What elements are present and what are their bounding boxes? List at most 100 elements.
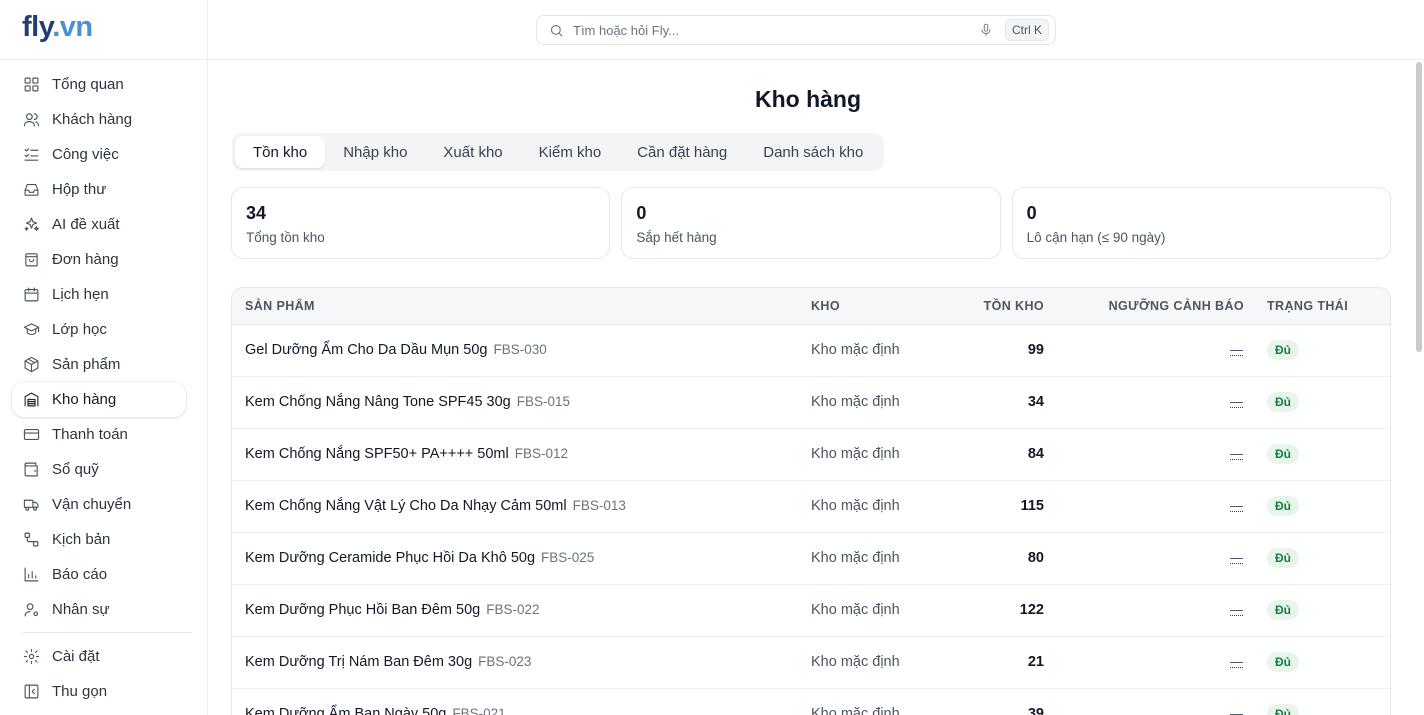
threshold-value[interactable]: — bbox=[1230, 499, 1243, 512]
threshold-value[interactable]: — bbox=[1230, 551, 1243, 564]
status-cell: Đủ bbox=[1244, 688, 1390, 715]
table-row[interactable]: Kem Dưỡng Trị Nám Ban Đêm 30g FBS-023 Kho… bbox=[232, 636, 1390, 688]
product-sku: FBS-030 bbox=[493, 342, 547, 357]
sidebar-item-label: Cài đặt bbox=[52, 648, 100, 665]
app-logo[interactable]: fly.vn bbox=[22, 11, 93, 44]
product-cell: Gel Dưỡng Ẩm Cho Da Dầu Mụn 50g FBS-030 bbox=[232, 324, 811, 376]
sidebar-item-inbox[interactable]: Hộp thư bbox=[12, 172, 186, 207]
sidebar-item-scripts[interactable]: Kịch bản bbox=[12, 522, 186, 557]
tab-stock[interactable]: Tồn kho bbox=[235, 136, 326, 168]
table-row[interactable]: Kem Chống Nắng SPF50+ PA++++ 50ml FBS-012… bbox=[232, 428, 1390, 480]
microphone-icon[interactable] bbox=[979, 23, 993, 37]
sidebar-item-label: Hộp thư bbox=[52, 181, 107, 198]
product-name: Kem Dưỡng Phục Hồi Ban Đêm 50g bbox=[245, 602, 481, 618]
truck-icon bbox=[23, 499, 39, 511]
stat-card-expiring-lots: 0 Lô cận hạn (≤ 90 ngày) bbox=[1011, 187, 1391, 259]
product-sku: FBS-025 bbox=[541, 550, 595, 565]
product-name: Gel Dưỡng Ẩm Cho Da Dầu Mụn 50g bbox=[245, 342, 488, 358]
stock-cell: 34 bbox=[1027, 394, 1044, 410]
tab-goods-issue[interactable]: Xuất kho bbox=[425, 136, 520, 168]
threshold-cell: — bbox=[1044, 636, 1244, 688]
stock-cell: 21 bbox=[1027, 654, 1044, 670]
sidebar-item-appointments[interactable]: Lịch hẹn bbox=[12, 277, 186, 312]
calendar-icon bbox=[24, 287, 39, 302]
threshold-value[interactable]: — bbox=[1230, 655, 1243, 668]
column-header-status[interactable]: TRẠNG THÁI bbox=[1244, 288, 1390, 324]
product-sku: FBS-013 bbox=[572, 498, 626, 513]
table-row[interactable]: Kem Dưỡng Phục Hồi Ban Đêm 50g FBS-022 Kh… bbox=[232, 584, 1390, 636]
header-divider bbox=[208, 59, 1424, 60]
column-header-warehouse[interactable]: KHO bbox=[811, 288, 961, 324]
sidebar-item-label: Sản phẩm bbox=[52, 356, 121, 373]
sidebar-item-payments[interactable]: Thanh toán bbox=[12, 417, 186, 452]
threshold-value[interactable]: — bbox=[1230, 707, 1243, 715]
product-cell: Kem Chống Nắng SPF50+ PA++++ 50ml FBS-012 bbox=[232, 428, 811, 480]
warehouse-cell: Kho mặc định bbox=[811, 602, 900, 618]
sidebar-item-cashbook[interactable]: Sổ quỹ bbox=[12, 452, 186, 487]
status-badge: Đủ bbox=[1267, 340, 1299, 360]
grid-icon bbox=[24, 77, 39, 92]
column-header-stock[interactable]: TỒN KHO bbox=[961, 288, 1044, 324]
users-icon bbox=[23, 113, 40, 127]
sidebar-item-warehouse[interactable]: Kho hàng bbox=[12, 382, 186, 417]
sidebar-item-overview[interactable]: Tổng quan bbox=[12, 67, 186, 102]
sidebar-item-settings[interactable]: Cài đặt bbox=[12, 639, 186, 674]
status-badge: Đủ bbox=[1267, 652, 1299, 672]
threshold-value[interactable]: — bbox=[1230, 603, 1243, 616]
search-input[interactable] bbox=[573, 22, 979, 38]
search-shortcut: Ctrl K bbox=[1005, 19, 1049, 41]
stat-label: Lô cận hạn (≤ 90 ngày) bbox=[1026, 230, 1166, 245]
sidebar-item-label: Vận chuyển bbox=[52, 496, 132, 513]
product-name: Kem Chống Nắng SPF50+ PA++++ 50ml bbox=[245, 446, 509, 462]
sidebar-item-orders[interactable]: Đơn hàng bbox=[12, 242, 186, 277]
status-cell: Đủ bbox=[1244, 584, 1390, 636]
threshold-cell: — bbox=[1044, 324, 1244, 376]
warehouse-cell: Kho mặc định bbox=[811, 342, 900, 358]
sidebar-item-shipping[interactable]: Vận chuyển bbox=[12, 487, 186, 522]
sidebar-item-ai-suggestions[interactable]: AI đề xuất bbox=[12, 207, 186, 242]
bar-chart-icon bbox=[24, 567, 39, 582]
tab-stocktake[interactable]: Kiểm kho bbox=[521, 136, 620, 168]
threshold-cell: — bbox=[1044, 584, 1244, 636]
column-header-threshold[interactable]: NGƯỠNG CẢNH BÁO bbox=[1044, 288, 1244, 324]
sidebar-item-staff[interactable]: Nhân sự bbox=[12, 592, 186, 627]
sidebar-item-customers[interactable]: Khách hàng bbox=[12, 102, 186, 137]
tab-goods-receipt[interactable]: Nhập kho bbox=[325, 136, 425, 168]
gear-icon bbox=[23, 648, 40, 665]
page-title: Kho hàng bbox=[754, 86, 862, 112]
checklist-icon bbox=[24, 148, 39, 161]
status-cell: Đủ bbox=[1244, 532, 1390, 584]
sidebar-item-collapse[interactable]: Thu gọn bbox=[12, 674, 186, 709]
status-badge: Đủ bbox=[1267, 496, 1299, 516]
column-header-product[interactable]: SẢN PHẨM bbox=[232, 288, 811, 324]
logo-tld: .vn bbox=[52, 11, 93, 43]
sidebar-divider bbox=[0, 59, 207, 60]
sidebar-nav: Tổng quan Khách hàng Công việc Hộp thư A… bbox=[12, 67, 192, 709]
sidebar-item-reports[interactable]: Báo cáo bbox=[12, 557, 186, 592]
global-search[interactable]: Ctrl K bbox=[536, 15, 1056, 45]
tab-warehouse-list[interactable]: Danh sách kho bbox=[745, 136, 881, 168]
table-row[interactable]: Gel Dưỡng Ẩm Cho Da Dầu Mụn 50g FBS-030 K… bbox=[232, 324, 1390, 376]
sidebar-item-tasks[interactable]: Công việc bbox=[12, 137, 186, 172]
page-scrollbar[interactable] bbox=[1416, 62, 1422, 352]
status-badge: Đủ bbox=[1267, 392, 1299, 412]
product-cell: Kem Dưỡng Trị Nám Ban Đêm 30g FBS-023 bbox=[232, 636, 811, 688]
status-cell: Đủ bbox=[1244, 480, 1390, 532]
threshold-value[interactable]: — bbox=[1230, 447, 1243, 460]
tab-reorder[interactable]: Cần đặt hàng bbox=[619, 136, 745, 168]
sidebar-item-label: Thu gọn bbox=[52, 683, 108, 700]
sidebar-item-label: Nhân sự bbox=[52, 601, 110, 618]
product-name: Kem Dưỡng Ceramide Phục Hồi Da Khô 50g bbox=[245, 550, 536, 566]
warehouse-cell: Kho mặc định bbox=[811, 550, 900, 566]
threshold-value[interactable]: — bbox=[1230, 395, 1243, 408]
sidebar-item-products[interactable]: Sản phẩm bbox=[12, 347, 186, 382]
sidebar-item-classes[interactable]: Lớp học bbox=[12, 312, 186, 347]
table-row[interactable]: Kem Chống Nắng Vật Lý Cho Da Nhạy Cảm 50… bbox=[232, 480, 1390, 532]
table-row[interactable]: Kem Chống Nắng Nâng Tone SPF45 30g FBS-01… bbox=[232, 376, 1390, 428]
table-row[interactable]: Kem Dưỡng Ceramide Phục Hồi Da Khô 50g FB… bbox=[232, 532, 1390, 584]
table-row[interactable]: Kem Dưỡng Ẩm Ban Ngày 50g FBS-021 Kho mặc… bbox=[232, 688, 1390, 715]
stat-label: Tổng tồn kho bbox=[246, 230, 325, 245]
status-cell: Đủ bbox=[1244, 636, 1390, 688]
threshold-value[interactable]: — bbox=[1230, 343, 1243, 356]
table-header-row: SẢN PHẨM KHO TỒN KHO NGƯỠNG CẢNH BÁO TRẠ… bbox=[232, 288, 1390, 324]
